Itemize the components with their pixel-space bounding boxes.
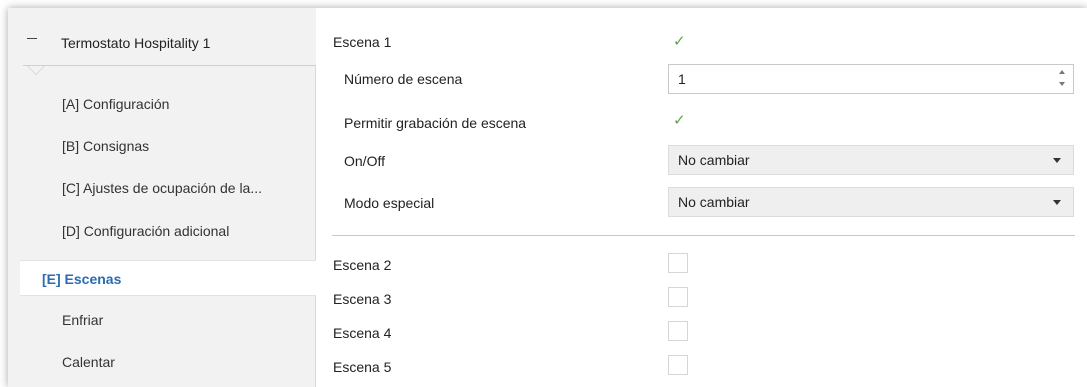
section-divider xyxy=(332,235,1075,236)
scene-3-checkbox[interactable] xyxy=(668,287,688,307)
scene-3-label: Escena 3 xyxy=(333,291,392,307)
window: Termostato Hospitality 1 [A] Configuraci… xyxy=(8,8,1087,387)
scene-4-label: Escena 4 xyxy=(333,325,392,341)
scene-4-checkbox[interactable] xyxy=(668,321,688,341)
checkmark-icon: ✓ xyxy=(673,33,686,50)
scene-1-label: Escena 1 xyxy=(333,34,392,50)
scene-5-label: Escena 5 xyxy=(333,359,392,375)
sidebar: Termostato Hospitality 1 [A] Configuraci… xyxy=(8,8,317,387)
scene-5-checkbox[interactable] xyxy=(668,355,688,375)
special-mode-value: No cambiar xyxy=(678,194,750,210)
header-pointer xyxy=(28,66,44,74)
special-mode-select[interactable]: No cambiar xyxy=(668,187,1074,217)
scene-2-checkbox[interactable] xyxy=(668,253,688,273)
onoff-label: On/Off xyxy=(344,153,385,169)
special-mode-label: Modo especial xyxy=(344,195,435,211)
header-divider xyxy=(23,65,316,66)
spin-arrows[interactable] xyxy=(1059,70,1067,88)
sidebar-item-enfriar[interactable]: Enfriar xyxy=(20,302,316,338)
scene-1-checkbox[interactable]: ✓ xyxy=(668,32,688,52)
collapse-icon[interactable] xyxy=(27,38,37,39)
scene-number-value: 1 xyxy=(678,71,686,87)
spin-down-icon[interactable] xyxy=(1059,82,1065,86)
allow-record-label: Permitir grabación de escena xyxy=(344,115,527,131)
chevron-down-icon xyxy=(1053,200,1061,205)
device-title: Termostato Hospitality 1 xyxy=(61,35,211,51)
scene-number-label: Número de escena xyxy=(344,71,463,87)
sidebar-header[interactable]: Termostato Hospitality 1 xyxy=(8,8,316,66)
onoff-value: No cambiar xyxy=(678,152,750,168)
sidebar-item-calentar[interactable]: Calentar xyxy=(20,344,316,380)
checkmark-icon: ✓ xyxy=(673,112,686,129)
spin-up-icon[interactable] xyxy=(1059,70,1065,74)
scene-number-spinbox[interactable]: 1 xyxy=(668,64,1074,94)
sidebar-item-ocupacion[interactable]: [C] Ajustes de ocupación de la... xyxy=(20,170,316,206)
sidebar-item-configuracion[interactable]: [A] Configuración xyxy=(20,86,316,122)
parameters-panel: Escena 1 ✓ Número de escena 1 Permitir g… xyxy=(316,8,1087,387)
sidebar-item-configuracion-adicional[interactable]: [D] Configuración adicional xyxy=(20,213,316,249)
sidebar-item-escenas[interactable]: [E] Escenas xyxy=(20,260,317,296)
allow-record-checkbox[interactable]: ✓ xyxy=(668,111,688,131)
sidebar-item-consignas[interactable]: [B] Consignas xyxy=(20,128,316,164)
scene-2-label: Escena 2 xyxy=(333,257,392,273)
onoff-select[interactable]: No cambiar xyxy=(668,145,1074,175)
chevron-down-icon xyxy=(1053,158,1061,163)
